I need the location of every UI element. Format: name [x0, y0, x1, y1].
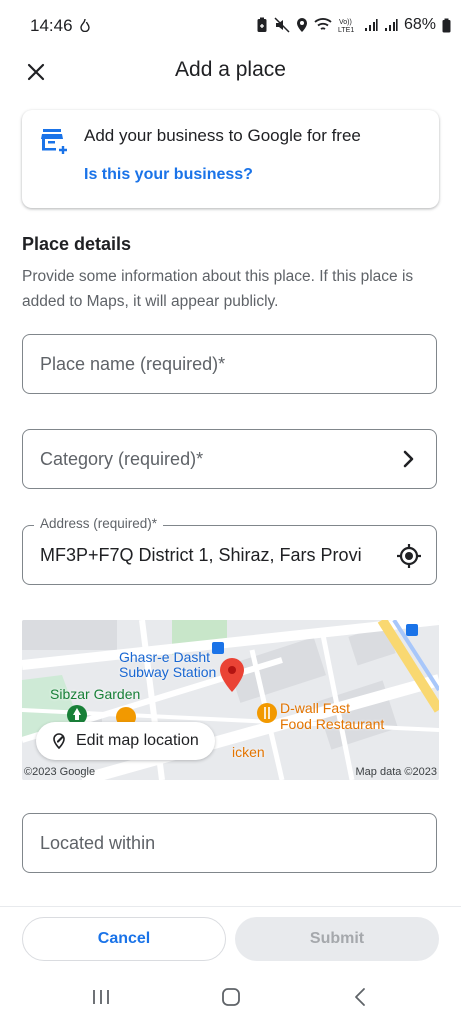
back-icon[interactable]	[354, 987, 366, 1007]
edit-pin-icon	[53, 733, 65, 750]
map-label-restaurant: D-wall Fast Food Restaurant	[280, 700, 385, 732]
map-copyright: ©2023 Google	[24, 766, 96, 778]
status-time: 14:46	[30, 16, 73, 35]
map-label-garden: Sibzar Garden	[50, 686, 141, 702]
signal-icon	[385, 19, 398, 31]
submit-button[interactable]: Submit	[235, 917, 439, 961]
cancel-button[interactable]: Cancel	[22, 917, 226, 961]
address-label: Address (required)*	[34, 516, 164, 531]
page-title: Add a place	[175, 58, 286, 81]
mute-icon	[274, 17, 290, 33]
recent-apps-icon[interactable]	[92, 988, 110, 1006]
add-business-card[interactable]: Add your business to Google for free Is …	[22, 110, 439, 208]
map-preview[interactable]: Ghasr-e Dasht Subway Station Sibzar Gard…	[22, 620, 439, 780]
location-icon	[297, 18, 307, 32]
battery-saver-icon	[257, 17, 267, 32]
edit-map-location-button[interactable]: Edit map location	[36, 722, 215, 760]
volte-icon: Vo)) LTE1	[338, 19, 354, 33]
edit-map-location-label: Edit map location	[76, 732, 199, 749]
map-data-attribution: Map data ©2023	[355, 766, 438, 778]
data-saver-icon	[80, 18, 90, 32]
store-add-icon	[41, 129, 67, 154]
add-business-text: Add your business to Google for free	[84, 126, 361, 145]
svg-text:LTE1: LTE1	[338, 27, 354, 33]
map-label-partial: icken	[232, 744, 265, 760]
place-name-placeholder: Place name (required)*	[40, 354, 226, 374]
located-within-placeholder: Located within	[40, 833, 156, 853]
battery-icon	[442, 18, 451, 32]
address-field[interactable]: MF3P+F7Q District 1, Shiraz, Fars Provi	[22, 525, 437, 585]
section-description: Provide some information about this plac…	[22, 268, 414, 310]
wifi-icon	[314, 18, 332, 30]
home-icon[interactable]	[221, 987, 241, 1007]
my-location-icon[interactable]	[396, 543, 422, 569]
category-field[interactable]: Category (required)*	[22, 429, 437, 489]
category-placeholder: Category (required)*	[40, 449, 204, 469]
bottom-divider	[0, 906, 461, 907]
address-value: MF3P+F7Q District 1, Shiraz, Fars Provi	[40, 545, 362, 565]
signal-icon	[365, 19, 378, 31]
status-bar: 14:46 Vo)) LTE1 68%	[0, 0, 461, 52]
section-title: Place details	[22, 234, 132, 254]
map-label-station: Ghasr-e Dasht Subway Station	[119, 649, 217, 680]
svg-text:Vo)): Vo))	[339, 19, 352, 26]
chevron-right-icon	[403, 450, 414, 468]
is-this-your-business-link[interactable]: Is this your business?	[84, 166, 253, 184]
place-name-field[interactable]: Place name (required)*	[22, 334, 437, 394]
located-within-field[interactable]: Located within	[22, 813, 437, 873]
battery-percent: 68%	[404, 16, 437, 33]
status-icons: Vo)) LTE1 68%	[256, 15, 451, 35]
